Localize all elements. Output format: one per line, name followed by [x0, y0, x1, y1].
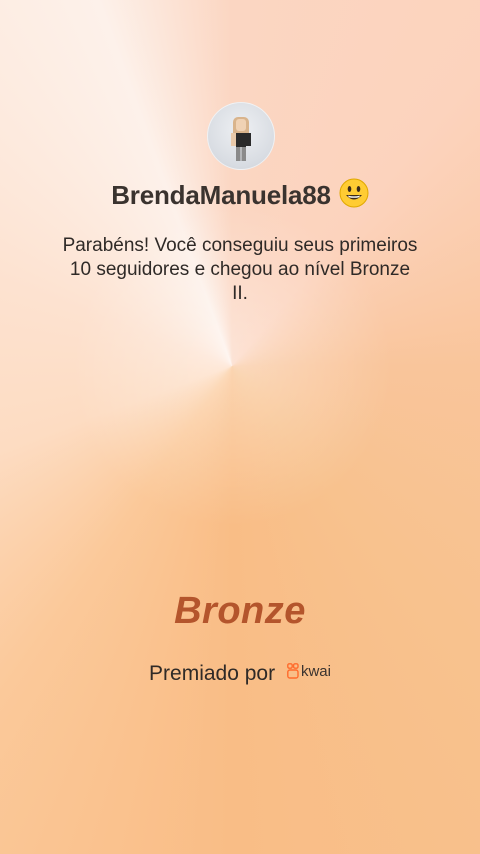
- level-title: Bronze: [174, 590, 306, 632]
- awarded-by: Premiado por kwai: [0, 662, 480, 686]
- username-text: BrendaManuela88: [111, 180, 331, 210]
- avatar[interactable]: [207, 102, 275, 170]
- kwai-brand[interactable]: kwai: [287, 663, 331, 680]
- username: BrendaManuela88: [0, 178, 480, 215]
- avatar-figure-icon: [231, 117, 251, 161]
- kwai-logo-icon: [287, 663, 299, 679]
- awarded-by-label: Premiado por: [149, 662, 276, 685]
- congrats-message: Parabéns! Você conseguiu seus primeiros …: [62, 235, 418, 304]
- kwai-brand-name: kwai: [300, 662, 331, 680]
- grinning-face-icon: [339, 178, 369, 215]
